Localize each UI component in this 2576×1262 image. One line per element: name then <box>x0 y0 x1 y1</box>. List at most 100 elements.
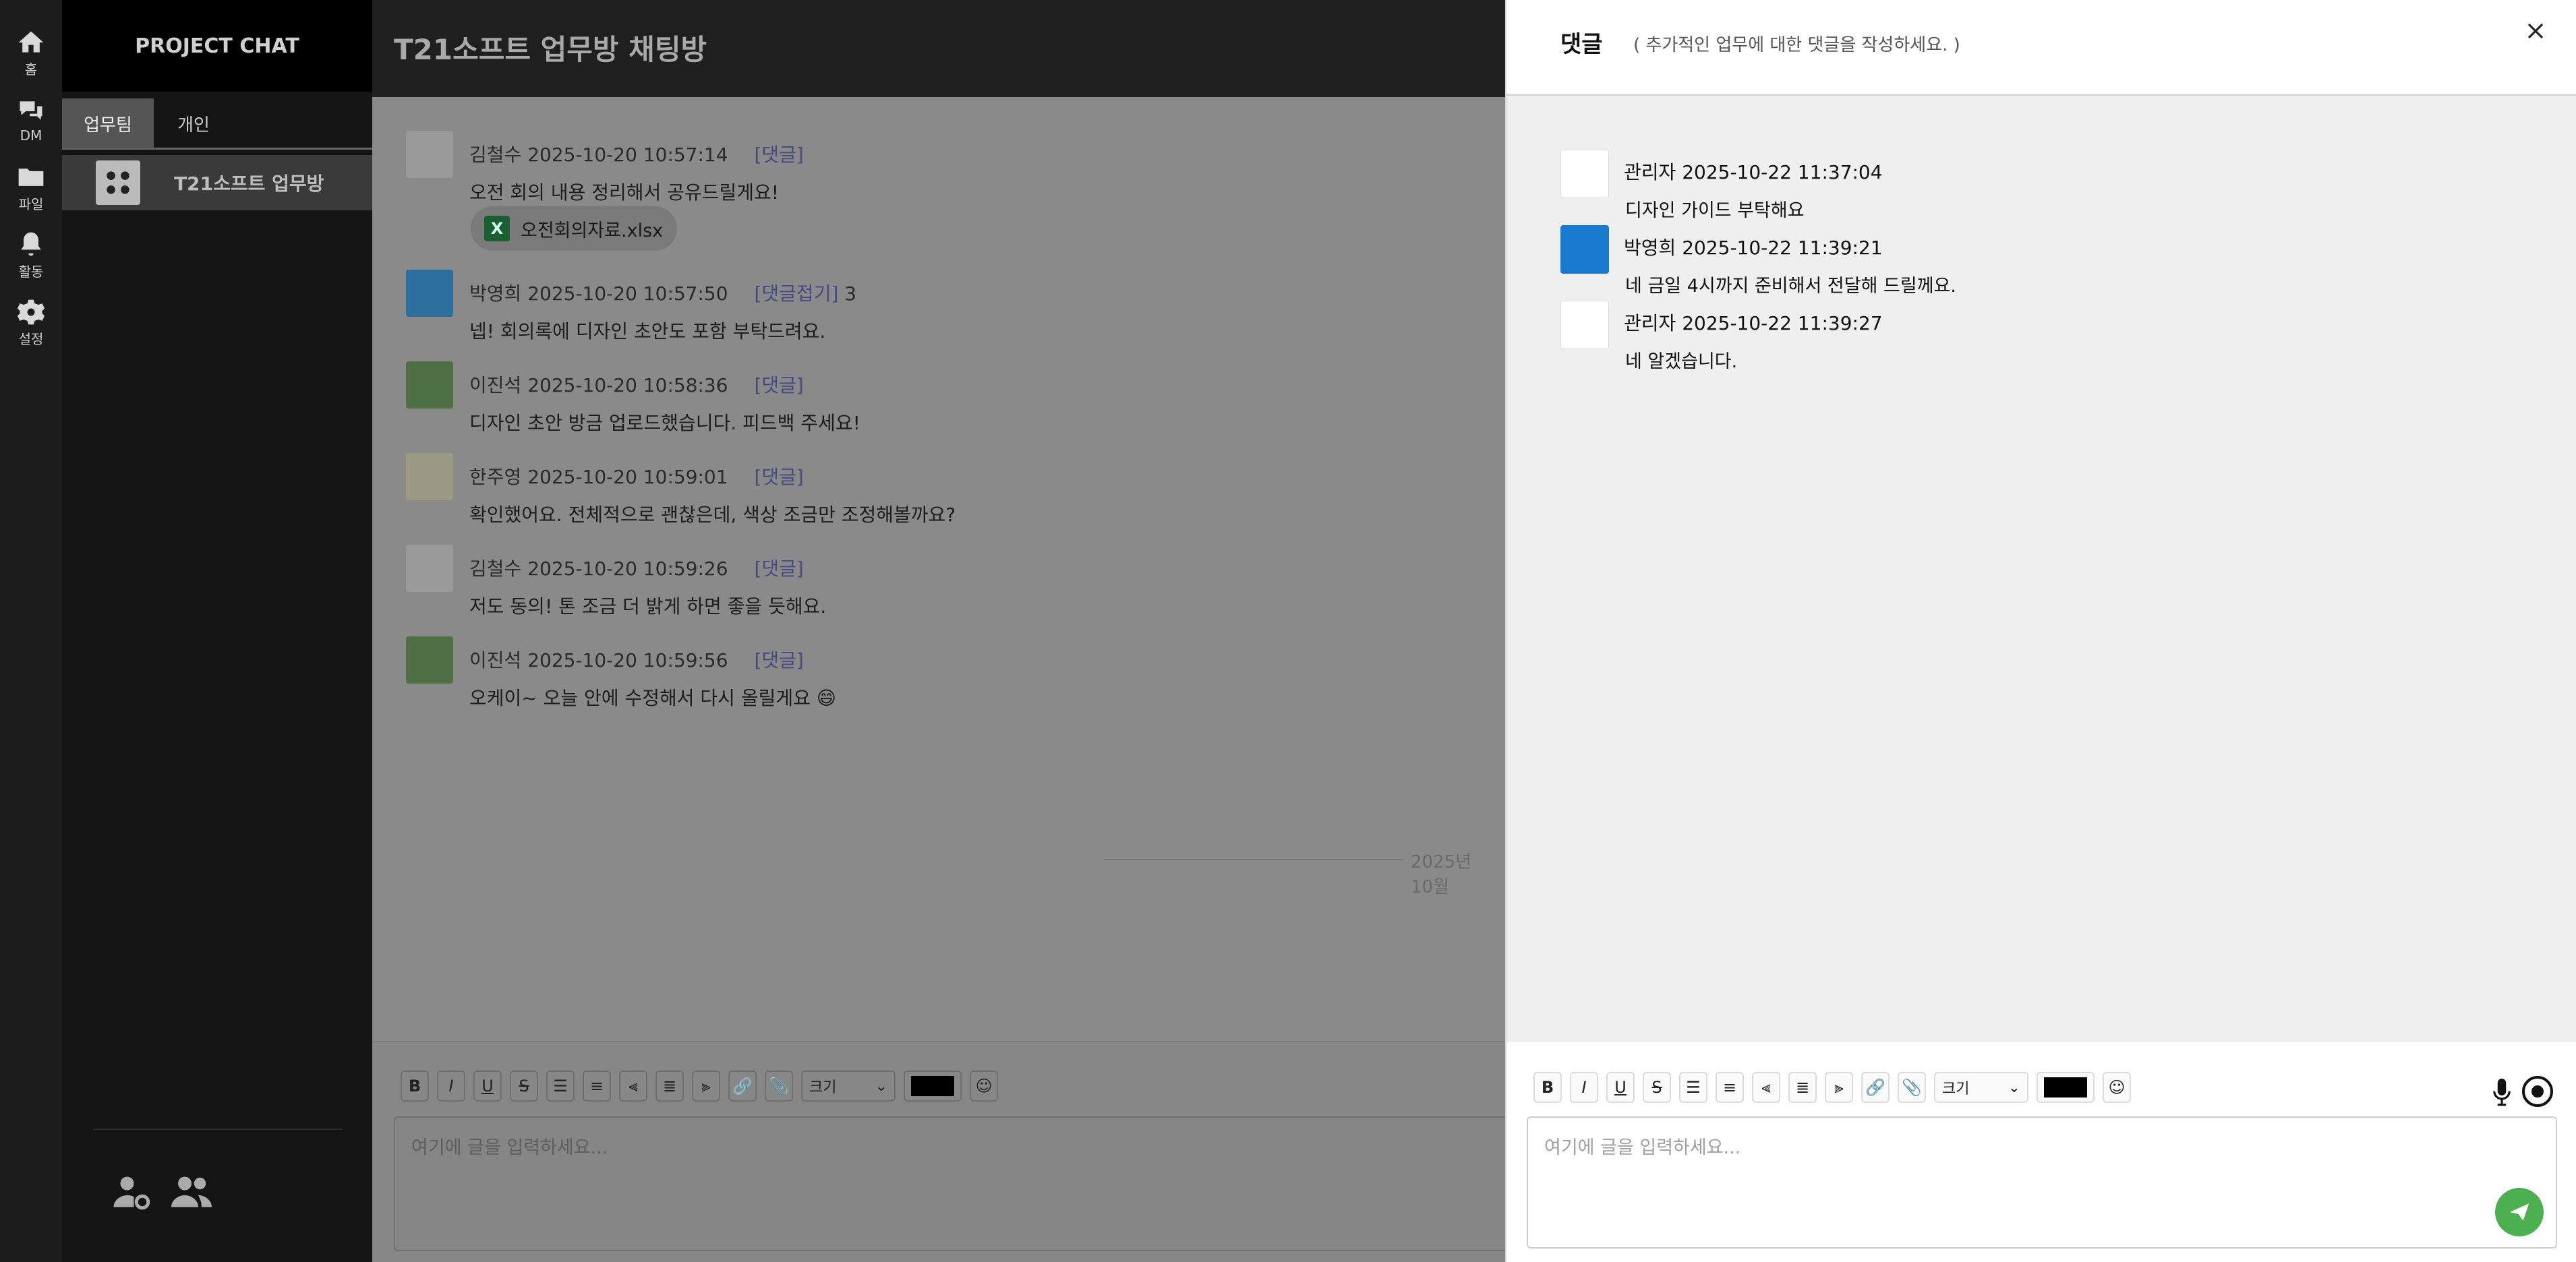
channel-item[interactable]: T21소프트 업무방 <box>62 155 372 210</box>
user-settings-button[interactable] <box>111 1170 154 1213</box>
comment-text: 디자인 가이드 부탁해요 <box>1625 200 1805 221</box>
comment-link[interactable]: [댓글] <box>754 558 803 580</box>
link-button[interactable]: 🔗 <box>728 1071 757 1102</box>
chat-message-input[interactable]: 여기에 글을 입력하세요... <box>394 1116 1527 1251</box>
channel-thumbnail <box>96 160 140 205</box>
collapse-comments-link[interactable]: [댓글접기] <box>754 282 838 305</box>
underline-button[interactable]: U <box>1606 1072 1635 1103</box>
italic-button[interactable]: I <box>437 1071 465 1102</box>
avatar[interactable] <box>406 131 453 178</box>
chevron-down-icon: ⌄ <box>2008 1079 2020 1096</box>
comment-author: 관리자 <box>1624 161 1676 183</box>
bullet-list-button[interactable]: ☰ <box>1679 1072 1707 1103</box>
align-right-button[interactable]: ⫸ <box>692 1071 720 1102</box>
font-size-select[interactable]: 크기 ⌄ <box>1934 1072 2028 1103</box>
record-button[interactable] <box>2522 1076 2553 1107</box>
align-left-button[interactable]: ⫷ <box>1752 1072 1780 1103</box>
comment-text: 네 알겠습니다. <box>1625 351 1738 372</box>
avatar[interactable] <box>406 636 453 684</box>
message-time: 2025-10-20 10:57:14 <box>527 144 728 166</box>
avatar[interactable] <box>1560 150 1609 198</box>
attach-button[interactable]: 📎 <box>765 1071 793 1102</box>
comment-link[interactable]: [댓글] <box>754 374 803 396</box>
rail-files[interactable]: 파일 <box>0 155 62 220</box>
rail-dm[interactable]: DM <box>0 88 62 152</box>
message-author: 김철수 <box>469 144 522 166</box>
message-text: 오전 회의 내용 정리해서 공유드릴게요! <box>469 181 779 204</box>
comment-count: 3 <box>844 282 857 305</box>
align-right-button[interactable]: ⫸ <box>1825 1072 1853 1103</box>
comment-link[interactable]: [댓글] <box>754 144 803 166</box>
record-icon <box>2531 1085 2544 1098</box>
message-text: 확인했어요. 전체적으로 괜찮은데, 색상 조금만 조정해볼까요? <box>469 504 956 526</box>
comment-link[interactable]: [댓글] <box>754 466 803 488</box>
bold-button[interactable]: B <box>401 1071 429 1102</box>
chevron-down-icon: ⌄ <box>875 1077 887 1095</box>
text-color-picker[interactable] <box>2037 1072 2095 1103</box>
numbered-list-button[interactable]: ≡ <box>1716 1072 1744 1103</box>
microphone-icon <box>2493 1079 2511 1106</box>
close-panel-button[interactable] <box>2521 16 2550 46</box>
send-button[interactable] <box>2495 1188 2544 1236</box>
link-button[interactable]: 🔗 <box>1861 1072 1890 1103</box>
message-meta: 박영희 2025-10-20 10:57:50 [댓글접기] 3 <box>469 279 856 306</box>
attach-button[interactable]: 📎 <box>1898 1072 1926 1103</box>
avatar[interactable] <box>406 361 453 409</box>
avatar[interactable] <box>406 270 453 317</box>
emoji-button[interactable]: ☺ <box>970 1071 998 1102</box>
message-author: 이진석 <box>469 649 522 671</box>
send-icon <box>2509 1203 2529 1221</box>
tab-personal[interactable]: 개인 <box>163 98 224 148</box>
message-text: 오케이~ 오늘 안에 수정해서 다시 올릴게요 😄 <box>469 687 836 709</box>
comment-input-placeholder: 여기에 글을 입력하세요... <box>1544 1137 1741 1158</box>
font-size-select[interactable]: 크기 ⌄ <box>801 1071 896 1102</box>
underline-button[interactable]: U <box>473 1071 502 1102</box>
comment-time: 2025-10-22 11:39:27 <box>1682 312 1883 334</box>
text-color-picker[interactable] <box>904 1071 962 1102</box>
align-left-button[interactable]: ⫷ <box>619 1071 647 1102</box>
align-center-button[interactable]: ≣ <box>655 1071 684 1102</box>
italic-button[interactable]: I <box>1570 1072 1598 1103</box>
rail-settings[interactable]: 설정 <box>0 290 62 355</box>
message-author: 이진석 <box>469 374 522 396</box>
avatar[interactable] <box>406 545 453 592</box>
tab-team[interactable]: 업무팀 <box>62 98 154 148</box>
message-author: 박영희 <box>469 282 522 305</box>
comment-time: 2025-10-22 11:39:21 <box>1682 237 1883 259</box>
voice-input-button[interactable] <box>2488 1076 2515 1108</box>
channel-sidebar: PROJECT CHAT 업무팀 개인 T21소프트 업무방 <box>62 0 372 1262</box>
chat-editor-area: B I U S ☰ ≡ ⫷ ≣ ⫸ 🔗 📎 크기 ⌄ ☺ 여기에 글을 입력하세요… <box>372 1041 1527 1262</box>
bell-icon <box>21 232 41 256</box>
brand-title: PROJECT CHAT <box>62 0 372 92</box>
align-center-button[interactable]: ≣ <box>1788 1072 1817 1103</box>
rail-activity[interactable]: 활동 <box>0 222 62 287</box>
sidebar-divider <box>93 1129 343 1130</box>
strikethrough-button[interactable]: S <box>510 1071 538 1102</box>
comment-meta: 관리자 2025-10-22 11:37:04 <box>1624 158 1883 185</box>
comment-panel-title: 댓글 <box>1560 31 1603 58</box>
file-attachment[interactable]: X 오전회의자료.xlsx <box>471 206 677 251</box>
message-time: 2025-10-20 10:59:56 <box>527 649 728 671</box>
comment-time: 2025-10-22 11:37:04 <box>1682 161 1883 183</box>
chat-title: T21소프트 업무방 채팅방 <box>394 33 707 66</box>
sidebar-tabs: 업무팀 개인 <box>62 96 372 150</box>
avatar[interactable] <box>1560 225 1609 274</box>
bold-button[interactable]: B <box>1533 1072 1562 1103</box>
chat-input-placeholder: 여기에 글을 입력하세요... <box>411 1137 608 1158</box>
message-meta: 김철수 2025-10-20 10:59:26 [댓글] <box>469 554 804 581</box>
group-members-button[interactable] <box>170 1170 213 1213</box>
avatar[interactable] <box>1560 301 1609 349</box>
comment-input[interactable]: 여기에 글을 입력하세요... <box>1527 1116 2557 1249</box>
close-icon <box>2527 23 2544 39</box>
comment-link[interactable]: [댓글] <box>754 649 803 671</box>
strikethrough-button[interactable]: S <box>1643 1072 1671 1103</box>
message-text: 넵! 회의록에 디자인 초안도 포함 부탁드려요. <box>469 320 826 342</box>
bullet-list-button[interactable]: ☰ <box>546 1071 575 1102</box>
avatar[interactable] <box>406 453 453 500</box>
message-meta: 한주영 2025-10-20 10:59:01 [댓글] <box>469 462 804 489</box>
rail-home[interactable]: 홈 <box>0 20 62 85</box>
emoji-button[interactable]: ☺ <box>2103 1072 2131 1103</box>
message-time: 2025-10-20 10:58:36 <box>527 374 728 396</box>
comment-list: 관리자 2025-10-22 11:37:04 디자인 가이드 부탁해요 박영희… <box>1506 96 2576 1040</box>
numbered-list-button[interactable]: ≡ <box>583 1071 611 1102</box>
